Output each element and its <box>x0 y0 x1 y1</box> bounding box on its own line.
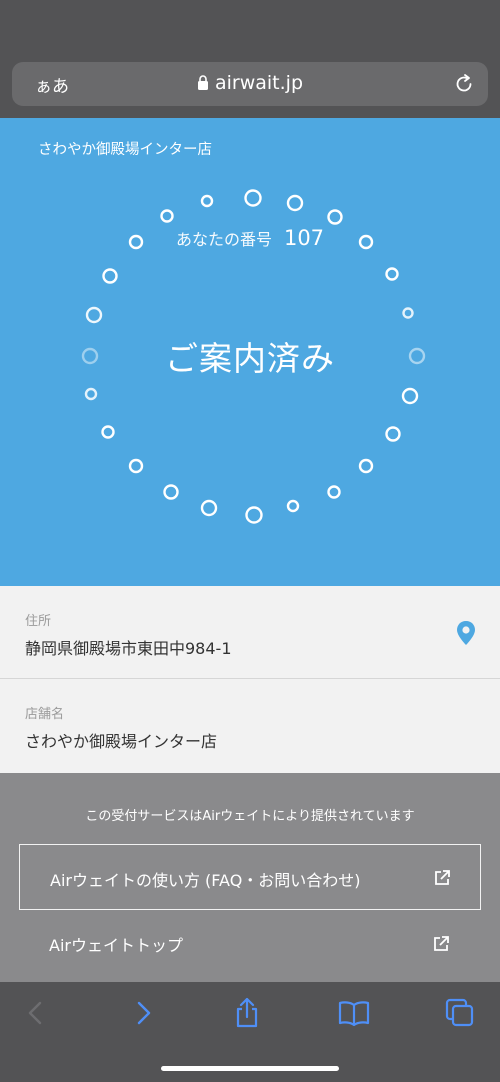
bookmarks-icon[interactable] <box>337 996 371 1030</box>
home-indicator <box>161 1066 339 1071</box>
forward-arrow-icon[interactable] <box>126 996 160 1030</box>
provided-by-text: この受付サービスはAirウェイトにより提供されています <box>85 809 415 824</box>
your-number-label: あなたの番号 <box>175 230 272 249</box>
status-text: ご案内済み <box>165 339 335 378</box>
back-arrow-icon[interactable] <box>19 996 53 1030</box>
airwait-top-link[interactable]: Airウェイトトップ <box>19 920 481 966</box>
store-name-label: 店舗名 <box>25 707 65 722</box>
your-number: あなたの番号 107 <box>0 226 500 250</box>
external-link-icon <box>435 870 450 885</box>
url-display[interactable]: airwait.jp <box>12 72 488 94</box>
tabs-icon[interactable] <box>443 996 477 1030</box>
external-link-icon <box>434 936 449 951</box>
address-value: 静岡県御殿場市東田中984-1 <box>25 639 232 658</box>
how-to-use-link[interactable]: Airウェイトの使い方 (FAQ・お問い合わせ) <box>19 844 481 910</box>
browser-top-bar: ぁあ airwait.jp <box>0 0 500 118</box>
store-name-value: さわやか御殿場インター店 <box>25 732 218 751</box>
airwait-top-link-label: Airウェイトトップ <box>49 936 183 955</box>
store-name-row: 店舗名 さわやか御殿場インター店 <box>0 679 500 773</box>
address-row[interactable]: 住所 静岡県御殿場市東田中984-1 <box>0 586 500 679</box>
status-hero: さわやか御殿場インター店 あなたの番号 107 ご案内済み <box>0 118 500 586</box>
share-icon[interactable] <box>230 996 264 1030</box>
address-bar[interactable]: ぁあ airwait.jp <box>12 62 488 106</box>
footer: この受付サービスはAirウェイトにより提供されています Airウェイトの使い方 … <box>0 773 500 982</box>
how-to-use-link-label: Airウェイトの使い方 (FAQ・お問い合わせ) <box>50 871 361 890</box>
url-text: airwait.jp <box>214 72 304 94</box>
reload-icon[interactable] <box>453 73 475 95</box>
map-pin-icon[interactable] <box>455 620 477 646</box>
lock-icon <box>197 75 208 90</box>
store-info: 住所 静岡県御殿場市東田中984-1 店舗名 さわやか御殿場インター店 <box>0 586 500 773</box>
your-number-value: 107 <box>283 226 325 250</box>
address-label: 住所 <box>25 614 52 629</box>
